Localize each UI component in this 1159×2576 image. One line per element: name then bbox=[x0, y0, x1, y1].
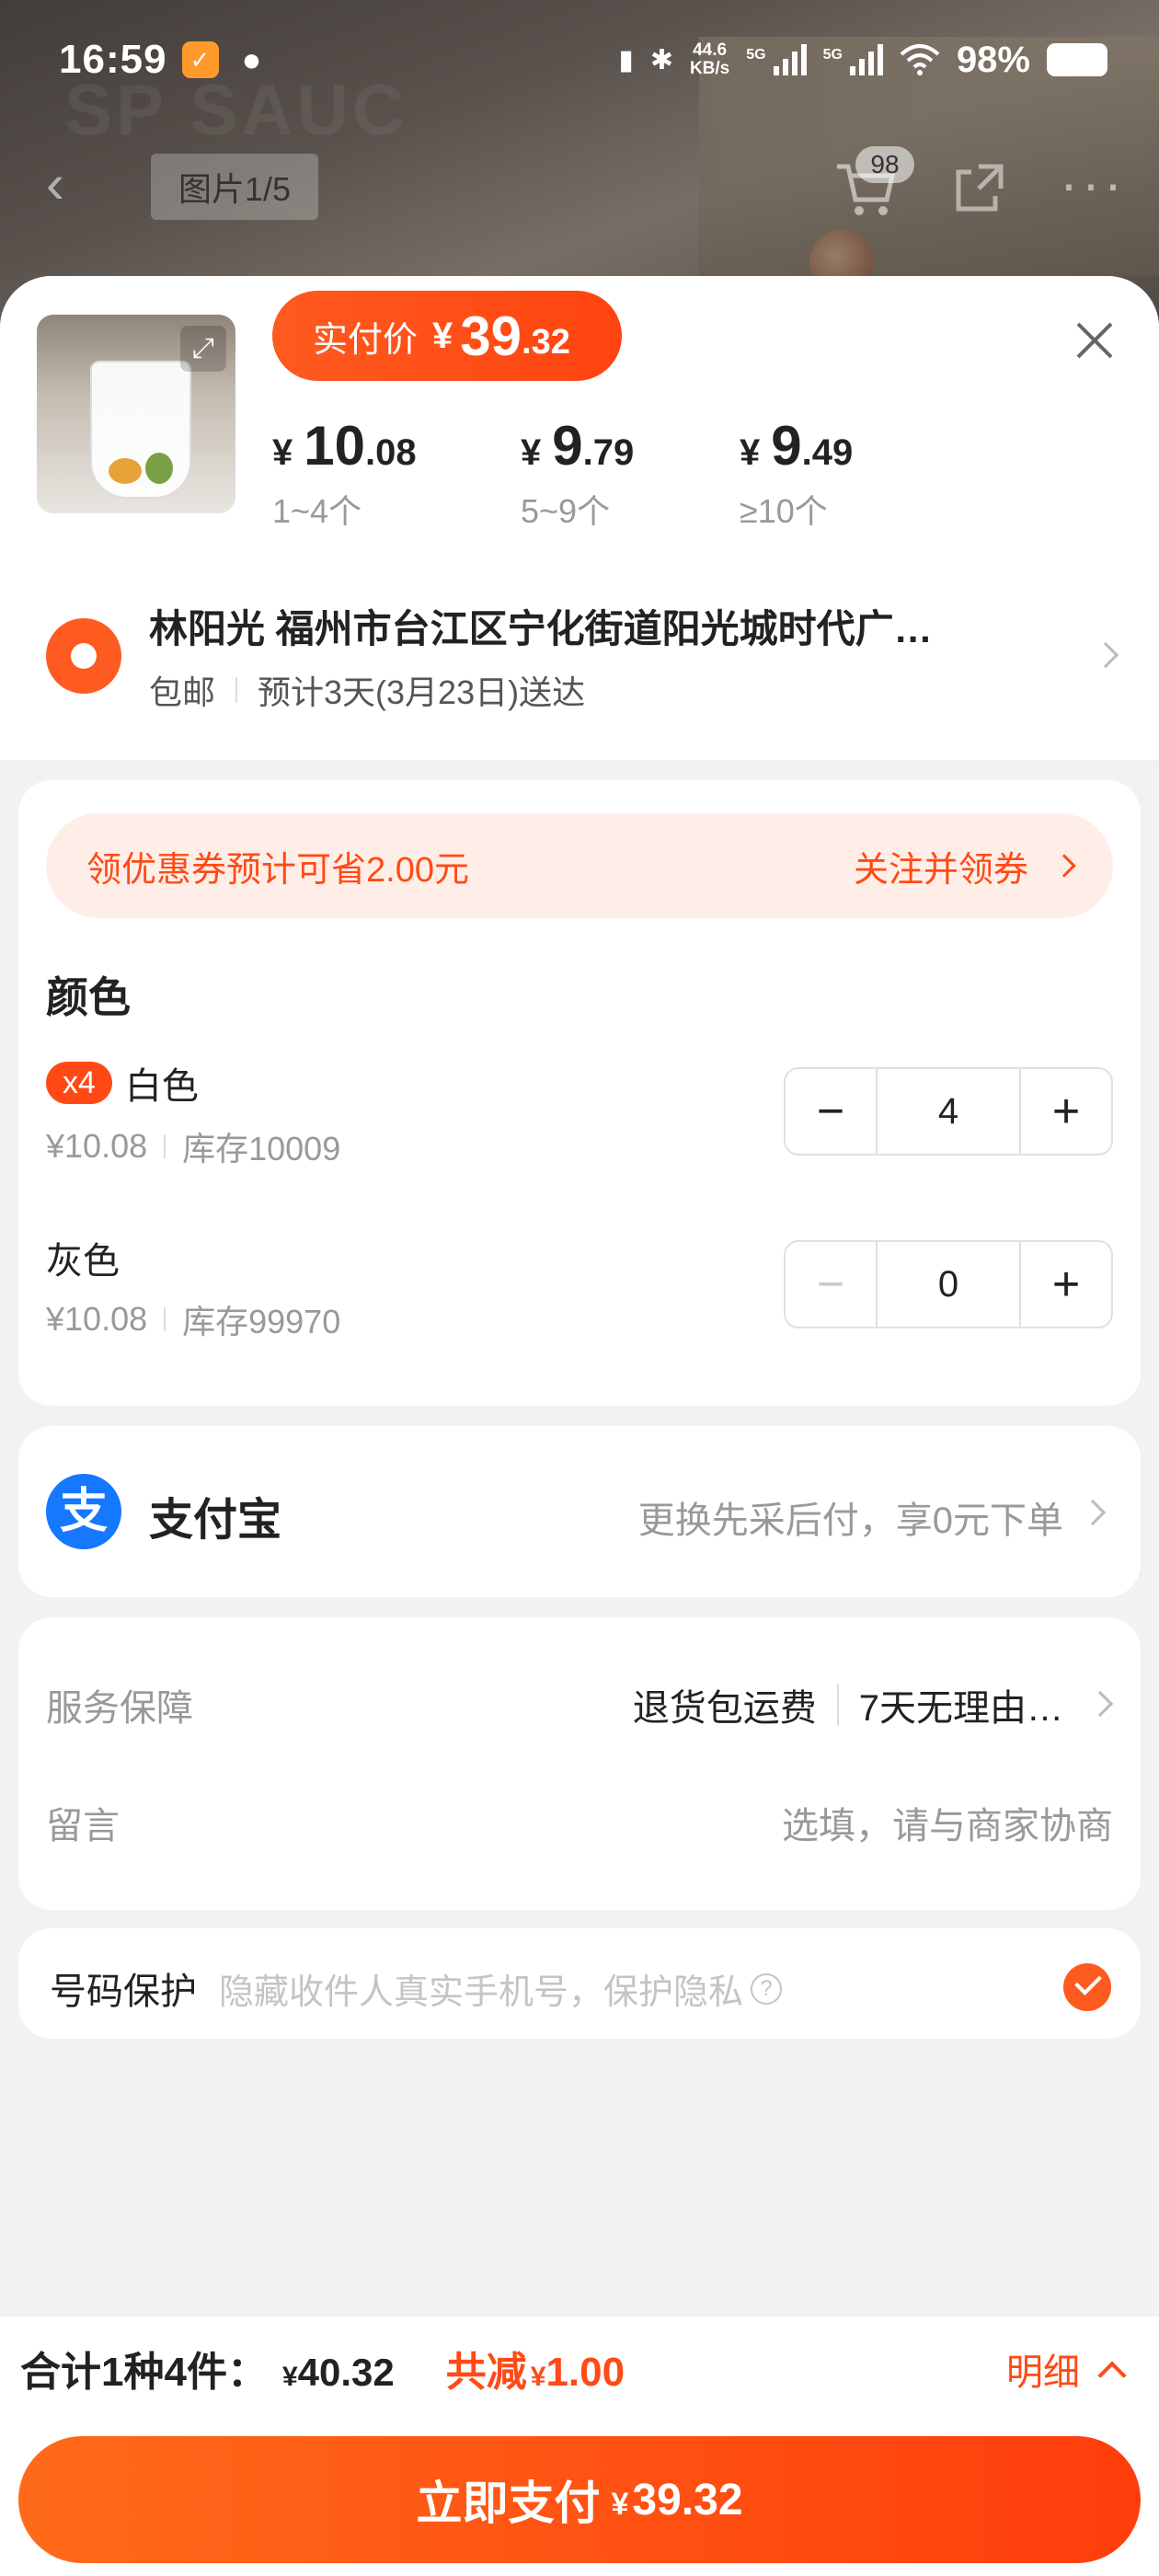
coupon-action[interactable]: 关注并领券 bbox=[854, 841, 1028, 891]
sim2-type: 5G bbox=[822, 46, 843, 63]
shipping-free: 包邮 bbox=[149, 673, 216, 711]
actual-price-pill: 实付价 ¥ 39 .32 bbox=[272, 291, 622, 381]
price-tier-1: ¥10.08 1~4个 bbox=[272, 415, 417, 530]
total-amount: ¥40.32 bbox=[281, 2351, 395, 2394]
product-thumbnail[interactable]: ⤢ bbox=[37, 315, 235, 513]
quantity-stepper-gray: − 0 + bbox=[784, 1240, 1113, 1328]
variant-white-name: x4 白色 bbox=[46, 1056, 199, 1110]
chevron-up-icon bbox=[1097, 2361, 1127, 2390]
status-bar: 16:59 ✓ ● ▮ ✱ 44.6 KB/s 5G 5G 98% bbox=[0, 0, 1159, 120]
number-protection-row: 号码保护 隐藏收件人真实手机号，保护隐私 ? bbox=[18, 1928, 1141, 2039]
vibrate-icon: ▮ bbox=[618, 44, 634, 75]
price-header: ⤢ 实付价 ¥ 39 .32 ¥10.08 1~4个 ¥9.79 5~9个 ¥9… bbox=[0, 276, 1159, 550]
increment-button[interactable]: + bbox=[1021, 1069, 1111, 1154]
service-label: 服务保障 bbox=[46, 1688, 193, 1729]
variant-stock: 库存99970 bbox=[182, 1303, 341, 1340]
color-section-title: 颜色 bbox=[46, 973, 131, 1021]
taobao-notification-icon: ✓ bbox=[181, 41, 219, 78]
alipay-icon: 支 bbox=[46, 1474, 121, 1549]
decrement-button[interactable]: − bbox=[786, 1069, 876, 1154]
bluetooth-icon: ✱ bbox=[649, 44, 673, 75]
privacy-hint: 隐藏收件人真实手机号，保护隐私 ? bbox=[219, 1963, 783, 2014]
service-card: 服务保障 退货包运费 7天无理由… 留言 选填，请与商家协商 bbox=[18, 1617, 1141, 1910]
quantity-value[interactable]: 4 bbox=[876, 1069, 1021, 1154]
status-time: 16:59 bbox=[59, 37, 167, 82]
variant-stock: 库存10009 bbox=[182, 1130, 341, 1167]
sim1-type: 5G bbox=[746, 46, 766, 63]
chevron-right-icon bbox=[1092, 641, 1119, 669]
sku-card: 领优惠券预计可省2.00元 关注并领券 颜色 x4 白色 ¥10.08 库存10… bbox=[18, 780, 1141, 1406]
cart-count-badge: 98 bbox=[855, 146, 914, 183]
price-tier-3: ¥9.49 ≥10个 bbox=[740, 415, 854, 530]
checkout-bar: 合计1种4件： ¥40.32 共减 ¥1.00 明细 立即支付 ¥ 39.32 bbox=[0, 2317, 1159, 2576]
payment-method-row[interactable]: 支 支付宝 更换先采后付，享0元下单 bbox=[18, 1426, 1141, 1597]
checkout-page: SP SAUC 16:59 ✓ ● ▮ ✱ 44.6 KB/s 5G 5G 98… bbox=[0, 0, 1159, 2576]
memo-input[interactable]: 选填，请与商家协商 bbox=[782, 1796, 1113, 1849]
variant-price: ¥10.08 bbox=[46, 1300, 148, 1338]
signal-icon-2 bbox=[849, 44, 883, 75]
selected-count-badge: x4 bbox=[46, 1062, 112, 1104]
battery-icon bbox=[1047, 43, 1107, 76]
discount-amount: 共减 ¥1.00 bbox=[445, 2350, 625, 2395]
coupon-banner[interactable]: 领优惠券预计可省2.00元 关注并领券 bbox=[46, 813, 1113, 918]
wechat-icon: ● bbox=[241, 40, 262, 78]
delivery-eta: 预计3天(3月23日)送达 bbox=[258, 673, 586, 711]
memo-label: 留言 bbox=[46, 1806, 120, 1846]
quantity-stepper-white: − 4 + bbox=[784, 1067, 1113, 1156]
privacy-label: 号码保护 bbox=[50, 1972, 197, 2012]
chevron-right-icon bbox=[1052, 854, 1076, 878]
order-summary: 合计1种4件： ¥40.32 共减 ¥1.00 bbox=[20, 2339, 625, 2398]
price-tier-2: ¥9.79 5~9个 bbox=[521, 415, 635, 530]
help-icon[interactable]: ? bbox=[751, 1972, 783, 2005]
more-icon[interactable]: ··· bbox=[1060, 152, 1126, 215]
address-text: 林阳光 福州市台江区宁化街道阳光城时代广… bbox=[149, 607, 933, 650]
chevron-right-icon bbox=[1086, 1690, 1114, 1718]
battery-percent: 98% bbox=[956, 39, 1030, 80]
shipping-address[interactable]: 林阳光 福州市台江区宁化街道阳光城时代广… 包邮 预计3天(3月23日)送达 bbox=[0, 550, 1159, 760]
purchase-sheet: ⤢ 实付价 ¥ 39 .32 ¥10.08 1~4个 ¥9.79 5~9个 ¥9… bbox=[0, 276, 1159, 2576]
chevron-right-icon bbox=[1079, 1499, 1107, 1526]
gallery-nav: ‹ 图片1/5 98 ··· bbox=[0, 146, 1159, 225]
expand-icon[interactable]: ⤢ bbox=[180, 326, 226, 372]
privacy-checkbox[interactable] bbox=[1063, 1963, 1111, 2011]
pay-now-button[interactable]: 立即支付 ¥ 39.32 bbox=[18, 2436, 1141, 2563]
wifi-icon bbox=[900, 44, 940, 75]
variant-price: ¥10.08 bbox=[46, 1127, 148, 1165]
detail-toggle[interactable]: 明细 bbox=[1006, 2342, 1127, 2396]
decrement-button[interactable]: − bbox=[786, 1242, 876, 1327]
share-icon[interactable] bbox=[951, 159, 1008, 216]
increment-button[interactable]: + bbox=[1021, 1242, 1111, 1327]
service-tags[interactable]: 退货包运费 7天无理由… bbox=[633, 1678, 1063, 1731]
signal-icon bbox=[773, 44, 807, 75]
quantity-value[interactable]: 0 bbox=[876, 1242, 1021, 1327]
payment-name: 支付宝 bbox=[149, 1496, 282, 1545]
payment-hint: 更换先采后付，享0元下单 bbox=[637, 1501, 1063, 1541]
net-speed: 44.6 KB/s bbox=[689, 40, 730, 78]
close-icon[interactable] bbox=[1067, 313, 1122, 368]
location-pin-icon bbox=[46, 618, 121, 694]
variant-gray-name: 灰色 bbox=[46, 1241, 120, 1282]
back-arrow-icon[interactable]: ‹ bbox=[46, 152, 64, 215]
image-counter: 图片1/5 bbox=[151, 154, 319, 220]
coupon-text: 领优惠券预计可省2.00元 bbox=[86, 850, 469, 890]
item-count: 合计1种4件： bbox=[20, 2350, 268, 2395]
